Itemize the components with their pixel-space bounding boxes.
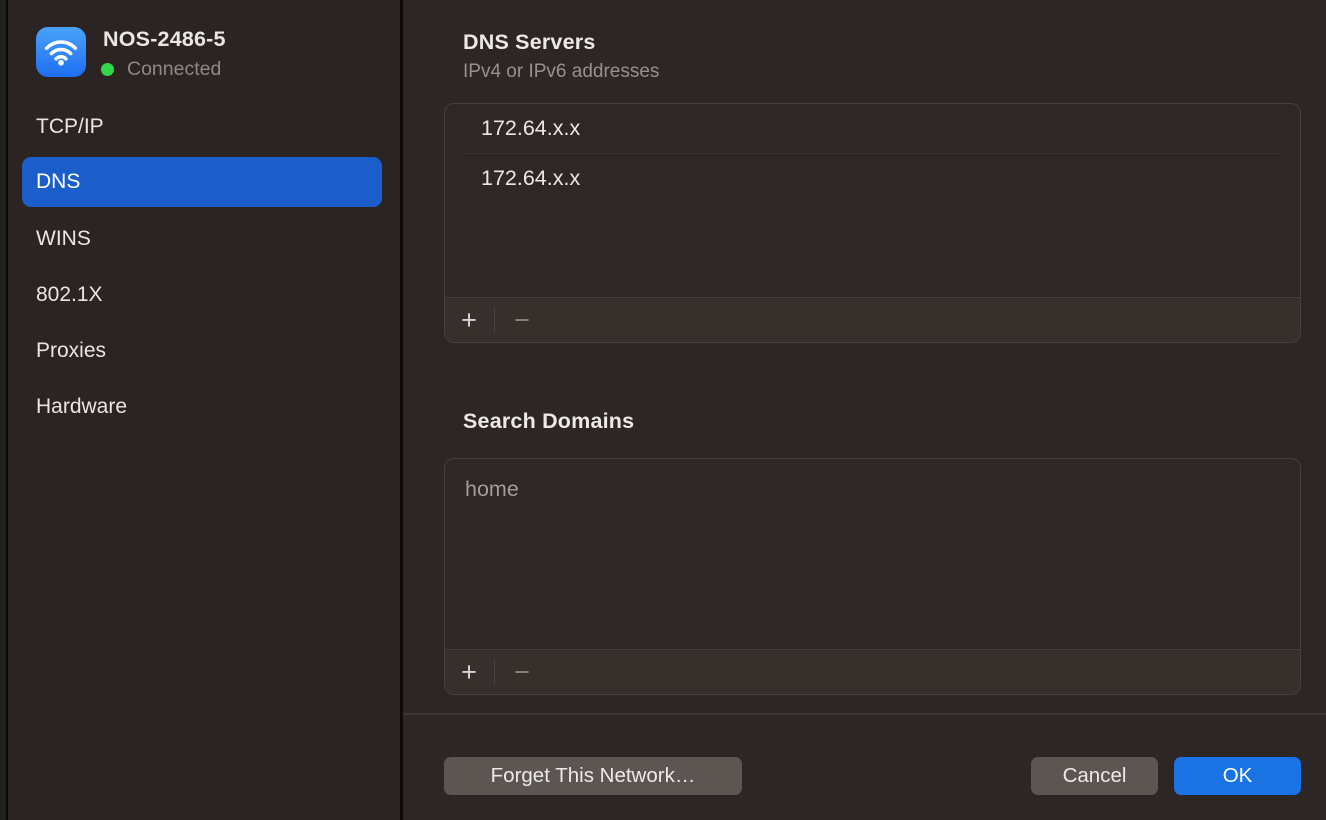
sidebar-item-hardware[interactable]: Hardware xyxy=(22,382,382,432)
dns-servers-toolbar: + − xyxy=(445,297,1300,342)
sidebar-item-tcpip[interactable]: TCP/IP xyxy=(22,102,382,152)
status-dot-icon xyxy=(101,63,114,76)
toolbar-separator xyxy=(494,659,495,685)
remove-search-domain-button[interactable]: − xyxy=(500,650,544,694)
dns-servers-title: DNS Servers xyxy=(463,30,595,55)
search-domains-listbox: home + − xyxy=(444,458,1301,695)
dns-server-row[interactable]: 172.64.x.x xyxy=(445,104,1300,153)
footer-divider xyxy=(403,713,1326,715)
network-name: NOS-2486-5 xyxy=(103,27,226,52)
cancel-button[interactable]: Cancel xyxy=(1031,757,1158,795)
add-search-domain-button[interactable]: + xyxy=(449,650,489,694)
wifi-network-details-dialog: NOS-2486-5 Connected TCP/IP DNS WINS 802… xyxy=(0,0,1326,820)
wifi-icon xyxy=(36,27,86,77)
dns-servers-rows: 172.64.x.x 172.64.x.x xyxy=(445,104,1300,203)
search-domains-toolbar: + − xyxy=(445,649,1300,694)
dns-servers-listbox: 172.64.x.x 172.64.x.x + − xyxy=(444,103,1301,343)
forget-network-button[interactable]: Forget This Network… xyxy=(444,757,742,795)
search-domains-rows: home xyxy=(445,459,1300,508)
status-label: Connected xyxy=(127,58,221,81)
sidebar-item-wins[interactable]: WINS xyxy=(22,214,382,264)
connection-status: Connected xyxy=(101,58,221,81)
sidebar-item-dns[interactable]: DNS xyxy=(22,157,382,207)
main-pane: DNS Servers IPv4 or IPv6 addresses 172.6… xyxy=(403,0,1326,820)
search-domains-title: Search Domains xyxy=(463,409,634,434)
sidebar: NOS-2486-5 Connected TCP/IP DNS WINS 802… xyxy=(8,0,400,820)
toolbar-separator xyxy=(494,307,495,333)
add-dns-server-button[interactable]: + xyxy=(449,298,489,342)
sidebar-item-8021x[interactable]: 802.1X xyxy=(22,270,382,320)
remove-dns-server-button[interactable]: − xyxy=(500,298,544,342)
sidebar-item-proxies[interactable]: Proxies xyxy=(22,326,382,376)
ok-button[interactable]: OK xyxy=(1174,757,1301,795)
search-domain-row[interactable]: home xyxy=(445,459,1300,508)
dns-servers-subtitle: IPv4 or IPv6 addresses xyxy=(463,61,659,83)
dns-server-row[interactable]: 172.64.x.x xyxy=(445,154,1300,203)
